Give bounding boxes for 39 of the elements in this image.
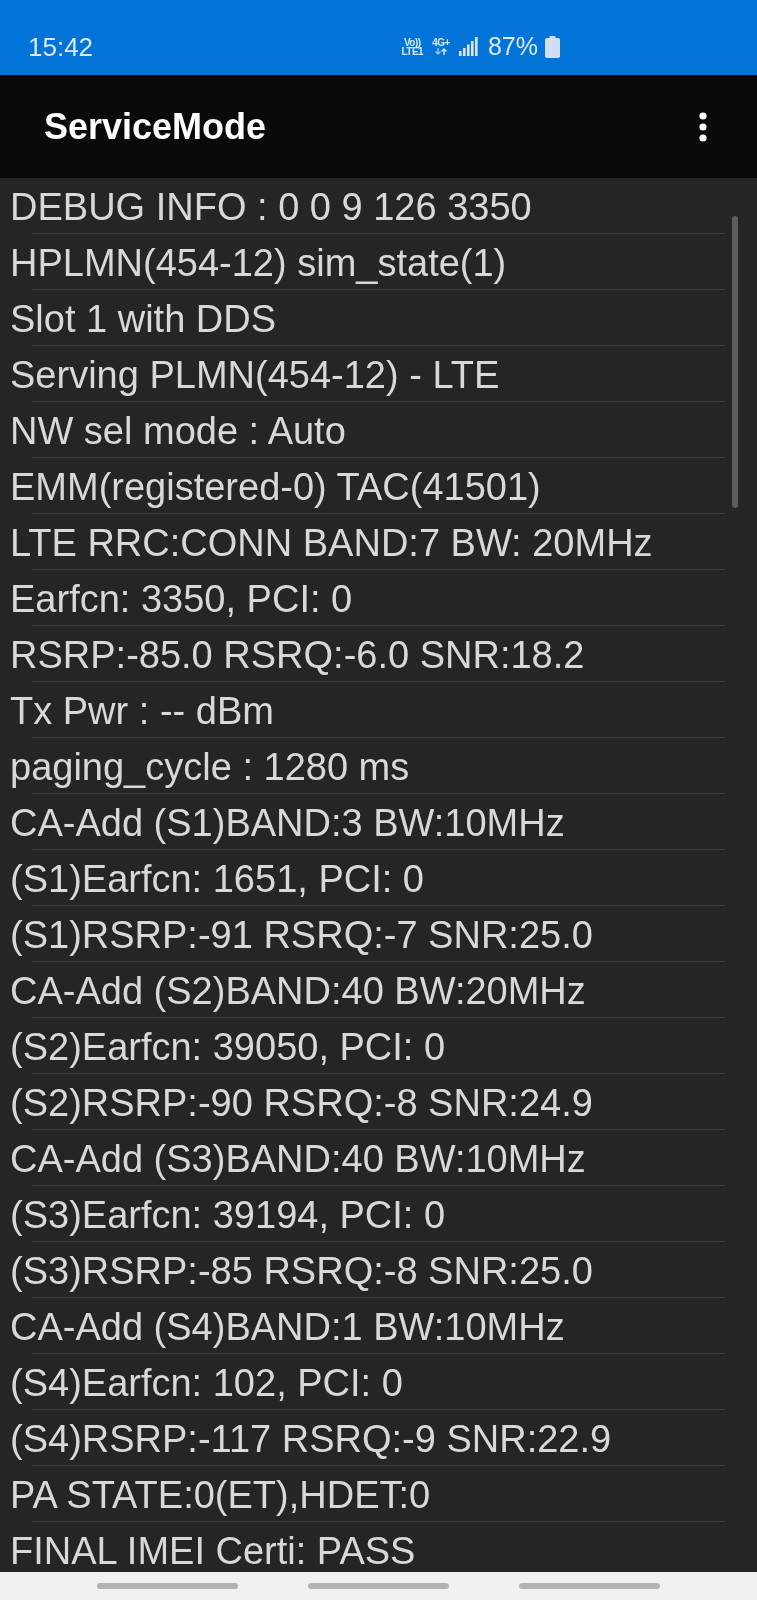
info-line: (S3)Earfcn: 39194, PCI: 0	[10, 1194, 446, 1236]
battery-icon	[545, 35, 560, 58]
info-line: (S2)RSRP:-90 RSRQ:-8 SNR:24.9	[10, 1082, 593, 1124]
gesture-hint-bar[interactable]	[519, 1583, 660, 1589]
info-line: (S3)RSRP:-85 RSRQ:-8 SNR:25.0	[10, 1250, 593, 1292]
gesture-hint-bar[interactable]	[308, 1583, 449, 1589]
info-line: (S2)Earfcn: 39050, PCI: 0	[10, 1026, 446, 1068]
signal-icon	[458, 37, 478, 56]
network-type-label: 4G+	[432, 38, 450, 47]
scrollbar-thumb[interactable]	[732, 216, 738, 508]
data-arrows-icon	[435, 48, 448, 55]
clock-time: 15:42	[28, 33, 94, 60]
info-line: Earfcn: 3350, PCI: 0	[10, 578, 353, 620]
volte-label: Vo))	[403, 37, 421, 47]
info-line: Slot 1 with DDS	[10, 298, 277, 340]
info-line: PA STATE:0(ET),HDET:0	[10, 1474, 431, 1516]
info-line: DEBUG INFO : 0 0 9 126 3350	[10, 186, 532, 228]
info-line: CA-Add (S4)BAND:1 BW:10MHz	[10, 1306, 565, 1348]
info-line: RSRP:-85.0 RSRQ:-6.0 SNR:18.2	[10, 634, 585, 676]
battery-percentage: 87%	[487, 34, 538, 59]
info-line: HPLMN(454-12) sim_state(1)	[10, 242, 507, 284]
more-vertical-icon	[699, 111, 707, 142]
info-line: CA-Add (S2)BAND:40 BW:20MHz	[10, 970, 586, 1012]
info-line: CA-Add (S3)BAND:40 BW:10MHz	[10, 1138, 586, 1180]
info-line: FINAL IMEI Certi: PASS	[10, 1530, 416, 1572]
info-line: EMM(registered-0) TAC(41501)	[10, 466, 541, 508]
lte-label: LTE1	[401, 46, 424, 56]
info-line: (S1)Earfcn: 1651, PCI: 0	[10, 858, 424, 900]
info-line: Tx Pwr : -- dBm	[10, 690, 274, 732]
app-title: ServiceMode	[44, 108, 267, 145]
info-line: LTE RRC:CONN BAND:7 BW: 20MHz	[10, 522, 653, 564]
info-line: NW sel mode : Auto	[10, 410, 346, 452]
info-line: (S1)RSRP:-91 RSRQ:-7 SNR:25.0	[10, 914, 593, 956]
info-line: CA-Add (S1)BAND:3 BW:10MHz	[10, 802, 565, 844]
gesture-hint-bar[interactable]	[97, 1583, 238, 1589]
info-line: Serving PLMN(454-12) - LTE	[10, 354, 500, 396]
info-line: (S4)RSRP:-117 RSRQ:-9 SNR:22.9	[10, 1418, 612, 1460]
info-line: paging_cycle : 1280 ms	[10, 746, 410, 788]
info-line: (S4)Earfcn: 102, PCI: 0	[10, 1362, 403, 1404]
